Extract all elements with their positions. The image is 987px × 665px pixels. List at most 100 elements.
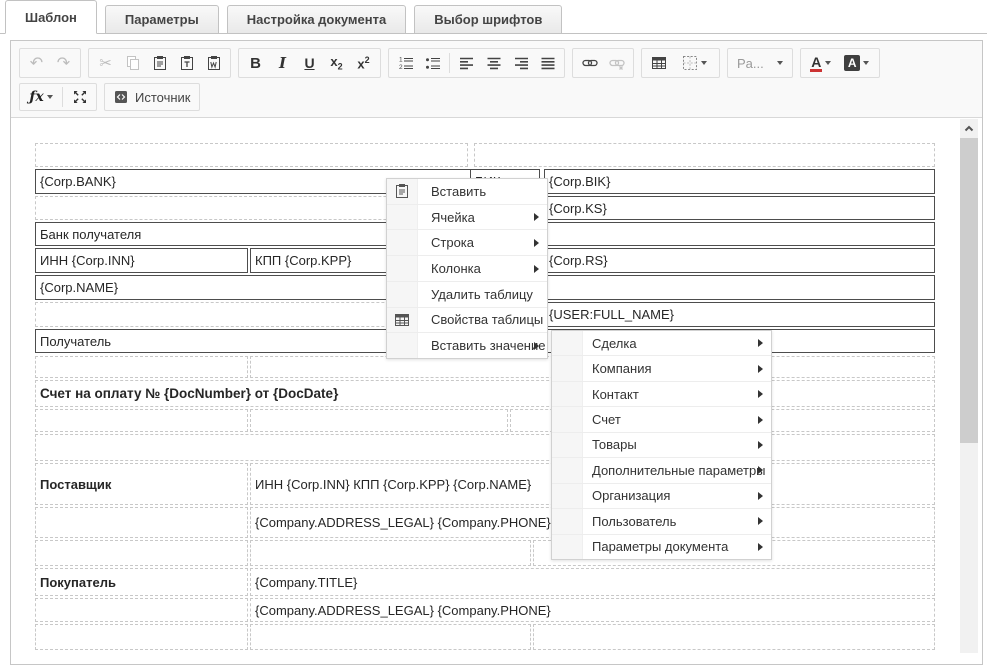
subscript-icon: x2 [330,54,343,72]
insert-function-button[interactable]: ƒx [23,84,59,110]
empty-cell[interactable] [35,356,248,378]
text-color-button[interactable]: A [804,50,838,76]
underline-button[interactable]: U [296,50,323,76]
empty-cell[interactable] [250,540,531,566]
colors-group: A A [799,48,880,78]
cell-corp-ks[interactable]: {Corp.KS} [544,196,935,220]
menu-item-table-properties[interactable]: Свойства таблицы [387,306,547,333]
menu-item-row[interactable]: Строка [387,229,547,255]
align-left-icon [459,55,475,71]
cell-corp-rs[interactable]: {Corp.RS} [544,248,935,273]
submenu-item-invoice[interactable]: Счет [552,406,771,431]
fx-maximize-group: ƒx [19,83,97,111]
source-icon [113,89,129,105]
menu-item-delete-table[interactable]: Удалить таблицу [387,280,547,307]
table-borders-combo-button[interactable] [672,50,716,76]
submenu-arrow-icon [534,213,539,222]
menu-item-insert-value[interactable]: Вставить значение [387,332,547,358]
align-center-button[interactable] [480,50,507,76]
menu-item-label: Вставить значение [431,338,546,354]
justify-button[interactable] [534,50,561,76]
cell-buyer-address[interactable]: {Company.ADDRESS_LEGAL} {Company.PHONE} [250,598,935,622]
link-icon [581,55,598,71]
menu-item-paste[interactable]: Вставить [387,179,547,204]
empty-cell[interactable] [35,143,468,167]
numbered-list-button[interactable]: 12 [392,50,419,76]
maximize-button[interactable] [66,84,93,110]
menu-item-label: Свойства таблицы [431,312,544,328]
cell-buyer-title[interactable]: {Company.TITLE} [250,568,935,596]
paragraph-format-combo[interactable]: Pa... [731,50,789,76]
copy-button[interactable] [119,50,146,76]
paragraph-format-group: Pa... [727,48,793,78]
toolbar-separator [449,53,450,73]
link-button[interactable] [576,50,603,76]
cell-inn[interactable]: ИНН {Corp.INN} [35,248,248,273]
menu-item-label: Вставить [431,183,487,199]
submenu-item-organization[interactable]: Организация [552,482,771,508]
empty-cell[interactable] [35,540,248,566]
tab-font-selection[interactable]: Выбор шрифтов [414,5,563,34]
align-right-icon [513,55,529,71]
italic-button[interactable]: I [269,50,296,76]
cell-corp-bik[interactable]: {Corp.BIK} [544,169,935,194]
bold-button[interactable]: B [242,50,269,76]
cell-invoice-title[interactable]: Счет на оплату № {DocNumber} от {DocDate… [35,380,935,407]
scroll-up-button[interactable] [960,119,978,136]
tab-template[interactable]: Шаблон [5,0,97,34]
svg-text:2: 2 [399,64,403,71]
background-color-button[interactable]: A [838,50,876,76]
empty-cell[interactable] [544,222,935,246]
empty-cell[interactable] [35,507,248,538]
superscript-icon: x2 [357,54,370,72]
menu-item-cell[interactable]: Ячейка [387,203,547,230]
superscript-button[interactable]: x2 [350,50,377,76]
source-label: Источник [135,89,191,105]
chevron-up-icon [963,123,975,133]
paste-plain-text-button[interactable] [173,50,200,76]
empty-cell[interactable] [533,624,935,650]
copy-icon [125,55,141,71]
align-left-button[interactable] [453,50,480,76]
bulleted-list-button[interactable] [419,50,446,76]
empty-cell[interactable] [35,434,935,461]
menu-item-label: Контакт [592,386,639,402]
cut-button[interactable]: ✂ [92,50,119,76]
tab-document-settings[interactable]: Настройка документа [226,5,407,34]
menu-item-label: Товары [592,437,637,453]
submenu-arrow-icon [758,491,763,500]
source-button[interactable]: Источник [108,84,196,110]
submenu-item-document-params[interactable]: Параметры документа [552,533,771,559]
empty-cell[interactable] [474,143,935,167]
empty-cell[interactable] [35,624,248,650]
submenu-item-products[interactable]: Товары [552,431,771,457]
unlink-button[interactable] [603,50,630,76]
paste-button[interactable] [146,50,173,76]
cell-user-full-name[interactable]: {USER:FULL_NAME} [544,302,935,327]
submenu-item-company[interactable]: Компания [552,355,771,380]
submenu-arrow-icon [758,517,763,526]
tab-bar: Шаблон Параметры Настройка документа Выб… [0,0,987,34]
redo-button[interactable]: ↷ [50,50,77,76]
empty-cell[interactable] [250,409,508,432]
text-color-icon: A [810,53,823,72]
insert-table-button[interactable] [645,50,672,76]
submenu-item-deal[interactable]: Сделка [552,331,771,355]
submenu-item-additional-params[interactable]: Дополнительные параметры [552,457,771,482]
cell-buyer-label[interactable]: Покупатель [35,568,248,596]
menu-item-column[interactable]: Колонка [387,255,547,281]
cell-supplier-label[interactable]: Поставщик [35,463,248,505]
empty-cell[interactable] [544,275,935,300]
underline-icon: U [304,55,315,71]
undo-button[interactable]: ↶ [23,50,50,76]
scrollbar-thumb[interactable] [960,138,978,443]
subscript-button[interactable]: x2 [323,50,350,76]
tab-parameters[interactable]: Параметры [104,5,219,34]
paste-from-word-button[interactable] [200,50,227,76]
align-right-button[interactable] [507,50,534,76]
submenu-item-contact[interactable]: Контакт [552,380,771,406]
empty-cell[interactable] [250,624,531,650]
empty-cell[interactable] [35,598,248,622]
empty-cell[interactable] [35,409,248,432]
submenu-item-user[interactable]: Пользователь [552,508,771,533]
